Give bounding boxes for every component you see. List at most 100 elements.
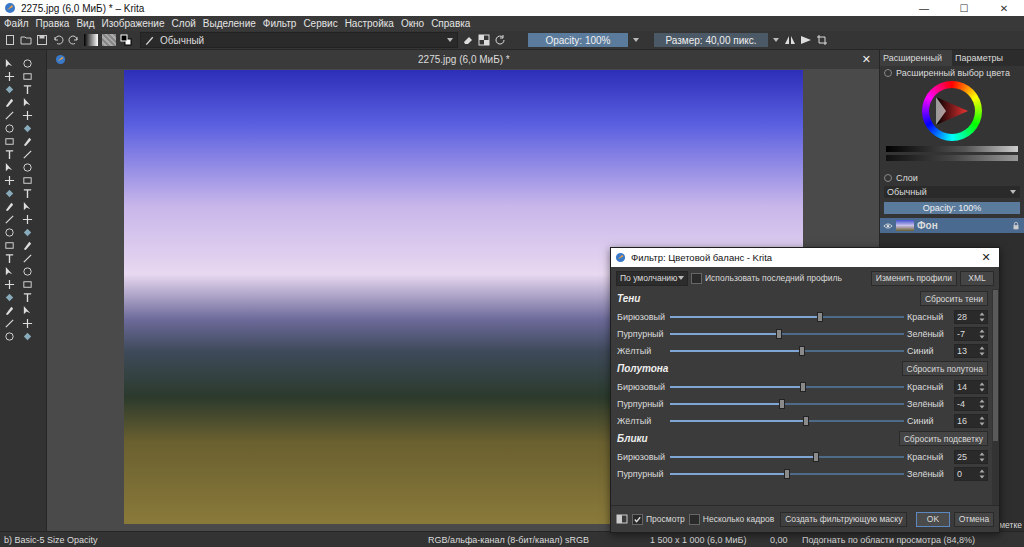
fill-tool-icon[interactable] xyxy=(4,188,15,199)
brush-tool-icon[interactable] xyxy=(4,201,15,212)
use-last-profile-checkbox[interactable]: Использовать последний профиль xyxy=(691,273,842,284)
brush-tool-icon[interactable] xyxy=(4,305,15,316)
size-slider[interactable]: Размер: 40,00 пикс. xyxy=(654,33,768,47)
color-history-bar[interactable] xyxy=(886,155,1018,161)
color-slider[interactable] xyxy=(670,311,904,323)
select-tool-icon[interactable] xyxy=(4,162,15,173)
spin-arrows-icon[interactable] xyxy=(979,381,985,393)
rectangle-tool-icon[interactable] xyxy=(22,71,33,82)
spin-arrows-icon[interactable] xyxy=(979,311,985,323)
brush-preset-icon[interactable] xyxy=(144,35,155,46)
select-tool-icon[interactable] xyxy=(22,305,33,316)
multiple-frames-checkbox[interactable]: Несколько кадров xyxy=(689,514,774,525)
spin-arrows-icon[interactable] xyxy=(979,451,985,463)
scrollbar[interactable] xyxy=(992,289,999,505)
ellipse-tool-icon[interactable] xyxy=(4,123,15,134)
fill-tool-icon[interactable] xyxy=(4,84,15,95)
ok-button[interactable]: OK xyxy=(916,512,950,527)
menu-item[interactable]: Настройка xyxy=(345,18,394,29)
preview-checkbox[interactable]: Просмотр xyxy=(632,514,685,525)
value-spinbox[interactable]: 0 xyxy=(954,467,988,481)
select-tool-icon[interactable] xyxy=(4,266,15,277)
document-tab[interactable]: 2275.jpg (6,0 МиБ) *✕ xyxy=(47,50,879,69)
rectangle-tool-icon[interactable] xyxy=(4,240,15,251)
redo-icon[interactable] xyxy=(68,34,80,46)
new-document-icon[interactable] xyxy=(4,34,16,46)
create-filter-mask-button[interactable]: Создать фильтрующую маску xyxy=(780,512,907,527)
spin-arrows-icon[interactable] xyxy=(979,345,985,357)
xml-button[interactable]: XML xyxy=(960,271,994,286)
text-tool-icon[interactable] xyxy=(4,253,15,264)
menu-item[interactable]: Выделение xyxy=(203,18,256,29)
fill-tool-icon[interactable] xyxy=(22,123,33,134)
wrap-around-icon[interactable] xyxy=(816,34,828,46)
line-tool-icon[interactable] xyxy=(4,110,15,121)
color-history-bar[interactable] xyxy=(886,146,1018,152)
close-tab-button[interactable]: ✕ xyxy=(862,53,871,66)
window-control-button[interactable]: ☐ xyxy=(944,0,984,16)
color-slider[interactable] xyxy=(670,468,904,480)
menu-item[interactable]: Файл xyxy=(4,18,29,29)
spin-arrows-icon[interactable] xyxy=(979,415,985,427)
checkbox[interactable] xyxy=(691,273,702,284)
text-tool-icon[interactable] xyxy=(22,188,33,199)
rectangle-tool-icon[interactable] xyxy=(4,136,15,147)
lock-icon[interactable] xyxy=(1011,221,1021,231)
line-tool-icon[interactable] xyxy=(22,253,33,264)
move-tool-icon[interactable] xyxy=(22,214,33,225)
rectangle-tool-icon[interactable] xyxy=(22,175,33,186)
menu-item[interactable]: Справка xyxy=(431,18,470,29)
window-control-button[interactable]: — xyxy=(904,0,944,16)
split-preview-icon[interactable] xyxy=(616,513,628,525)
menu-item[interactable]: Вид xyxy=(76,18,94,29)
open-folder-icon[interactable] xyxy=(20,34,32,46)
spin-arrows-icon[interactable] xyxy=(979,398,985,410)
undo-icon[interactable] xyxy=(52,34,64,46)
value-spinbox[interactable]: -7 xyxy=(954,327,988,341)
move-tool-icon[interactable] xyxy=(4,71,15,82)
menu-item[interactable]: Правка xyxy=(36,18,70,29)
preserve-alpha-icon[interactable] xyxy=(478,34,490,46)
color-wheel[interactable] xyxy=(922,81,982,141)
move-tool-icon[interactable] xyxy=(4,175,15,186)
layer-row[interactable]: Фон xyxy=(880,218,1024,233)
cancel-button[interactable]: Отмена xyxy=(954,512,994,527)
value-spinbox[interactable]: 16 xyxy=(954,414,988,428)
ellipse-tool-icon[interactable] xyxy=(22,266,33,277)
color-triangle[interactable] xyxy=(934,95,970,127)
line-tool-icon[interactable] xyxy=(4,318,15,329)
color-slider[interactable] xyxy=(670,345,904,357)
color-slider[interactable] xyxy=(670,451,904,463)
menu-item[interactable]: Окно xyxy=(401,18,424,29)
text-tool-icon[interactable] xyxy=(22,292,33,303)
menu-item[interactable]: Изображение xyxy=(101,18,164,29)
reset-button[interactable]: Сбросить полутона xyxy=(902,361,988,376)
edit-profiles-button[interactable]: Изменить профили xyxy=(871,271,957,286)
mirror-horizontal-icon[interactable] xyxy=(784,34,796,46)
opacity-slider[interactable]: Opacity: 100% xyxy=(528,33,628,47)
value-spinbox[interactable]: 13 xyxy=(954,344,988,358)
color-slider[interactable] xyxy=(670,398,904,410)
eye-icon[interactable] xyxy=(883,221,893,231)
fill-tool-icon[interactable] xyxy=(22,227,33,238)
reset-button[interactable]: Сбросить подсветку xyxy=(899,431,988,446)
dropdown-arrow-icon[interactable] xyxy=(632,36,640,44)
ellipse-tool-icon[interactable] xyxy=(4,331,15,342)
value-spinbox[interactable]: 14 xyxy=(954,380,988,394)
brush-tool-icon[interactable] xyxy=(4,97,15,108)
color-slider[interactable] xyxy=(670,381,904,393)
layer-blend-mode-dropdown[interactable]: Обычный xyxy=(884,186,1020,198)
checkbox[interactable] xyxy=(632,514,643,525)
text-tool-icon[interactable] xyxy=(22,84,33,95)
ellipse-tool-icon[interactable] xyxy=(22,58,33,69)
value-spinbox[interactable]: 25 xyxy=(954,450,988,464)
line-tool-icon[interactable] xyxy=(22,149,33,160)
profile-dropdown[interactable]: По умолчанию xyxy=(616,271,688,286)
menu-item[interactable]: Фильтр xyxy=(263,18,297,29)
reload-preset-icon[interactable] xyxy=(494,34,506,46)
menu-item[interactable]: Сервис xyxy=(303,18,337,29)
fill-tool-icon[interactable] xyxy=(4,292,15,303)
select-tool-icon[interactable] xyxy=(22,201,33,212)
foreground-background-color-icon[interactable] xyxy=(120,34,132,46)
blend-mode-dropdown[interactable]: Обычный xyxy=(140,32,458,48)
